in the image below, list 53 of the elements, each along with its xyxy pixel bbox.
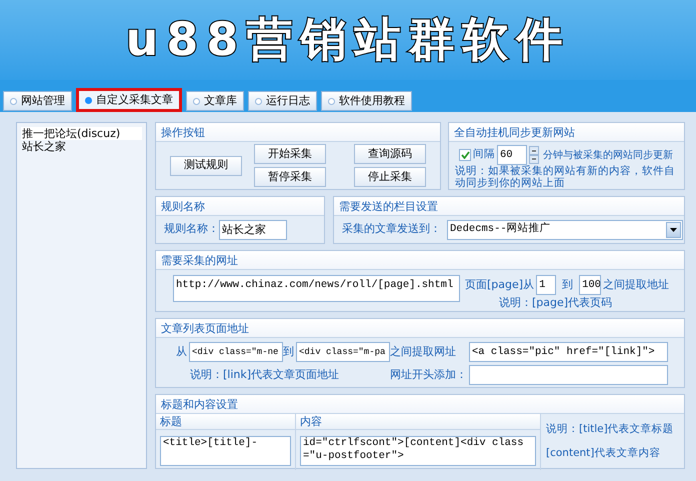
url-field[interactable]: http://www.chinaz.com/news/roll/[page].shtml [173, 275, 460, 302]
panel-title: 操作按钮 [156, 123, 440, 142]
field-label: 之间提取网址 [390, 344, 457, 360]
tab[interactable]: 自定义采集文章 [76, 88, 182, 112]
field-label: 到 [562, 276, 574, 293]
rule-name-field[interactable]: 站长之家 [219, 220, 287, 240]
list-item[interactable]: 推一把论坛(discuz) [21, 127, 142, 140]
field-label: 页面[page]从 [465, 276, 534, 293]
page-from-field[interactable]: 1 [536, 275, 556, 295]
link-pattern-field[interactable]: <a class="pic" href="[link]"> [469, 342, 668, 362]
field-label: 规则名称： [164, 221, 219, 238]
field-label: 采集的文章发送到： [342, 221, 441, 238]
url-prefix-field[interactable] [469, 365, 668, 385]
note-text: 说明：[title]代表文章标题 [546, 422, 674, 438]
panel-title: 全自动挂机同步更新网站 [449, 123, 684, 142]
spinner-icon[interactable] [529, 146, 539, 164]
interval-field[interactable]: 60 [497, 145, 527, 165]
action-button[interactable]: 暂停采集 [254, 167, 326, 187]
panel-title: 需要采集的网址 [156, 251, 684, 270]
app-title: u88营销站群软件 [126, 10, 570, 68]
column-heading: 内容 [296, 414, 540, 430]
note-text: 说明：[link]代表文章页面地址 [189, 366, 340, 383]
dropdown[interactable]: Dedecms--网站推广 [447, 220, 683, 240]
field-label: 间隔 [473, 147, 495, 162]
note-text: [content]代表文章内容 [546, 446, 662, 461]
action-button[interactable]: 测试规则 [170, 156, 242, 176]
title-pattern-field[interactable]: <title>[title]- [160, 436, 291, 466]
panel-title: 规则名称 [156, 197, 324, 216]
caret-icon [666, 222, 681, 238]
field-label: 网址开头添加： [390, 366, 467, 383]
field-label: 到 [283, 344, 294, 360]
action-button[interactable]: 开始采集 [254, 144, 326, 164]
field-label: 之间提取地址 [603, 276, 670, 293]
column-heading: 标题 [156, 414, 295, 430]
page-to-field[interactable]: 100 [579, 275, 602, 295]
field-label: 分钟与被采集的网站同步更新 [543, 148, 673, 162]
panel-title: 文章列表页面地址 [156, 319, 684, 338]
start-marker-field[interactable]: <div class="m-ne [189, 342, 283, 362]
end-marker-field[interactable]: <div class="m-pa [296, 342, 390, 362]
note-text: 说明：[page]代表页码 [498, 295, 614, 311]
panel-title: 需要发送的栏目设置 [334, 197, 684, 216]
note-text: 说明：如果被采集的网站有新的内容，软件自动同步到你的网站上面 [454, 165, 676, 189]
field-label: 从 [176, 344, 187, 360]
checkbox[interactable] [459, 149, 471, 161]
panel-title: 标题和内容设置 [156, 395, 684, 414]
tab[interactable]: 网站管理 [3, 91, 72, 111]
tab[interactable]: 软件使用教程 [321, 91, 412, 111]
list-item[interactable]: 站长之家 [21, 140, 142, 153]
action-button[interactable]: 停止采集 [354, 167, 426, 187]
tab[interactable]: 运行日志 [248, 91, 317, 111]
content-pattern-field[interactable]: id="ctrlfscont">[content]<div class="u-postfooter"> [300, 436, 536, 466]
action-button[interactable]: 查询源码 [354, 144, 426, 164]
tab[interactable]: 文章库 [186, 91, 244, 111]
